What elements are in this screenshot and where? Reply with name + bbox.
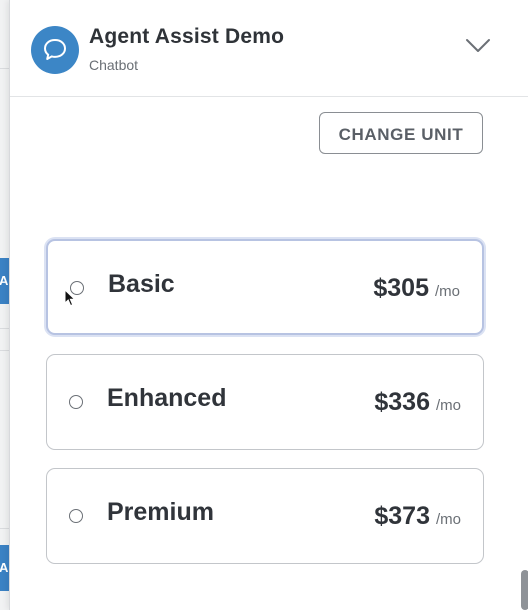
plan-price: $336/mo: [374, 388, 461, 417]
price-unit: /mo: [434, 283, 460, 300]
price-unit: /mo: [435, 397, 461, 414]
background-tab: A: [0, 545, 9, 591]
radio-button[interactable]: [69, 509, 83, 523]
mouse-cursor-icon: [64, 288, 76, 312]
background-divider: [0, 350, 9, 351]
chat-panel: Agent Assist Demo Chatbot CHANGE UNIT Ba…: [9, 0, 528, 610]
plan-option-enhanced[interactable]: Enhanced $336/mo: [46, 354, 484, 450]
chat-subtitle: Chatbot: [89, 57, 139, 73]
price-value: $305: [373, 274, 429, 302]
plan-name: Basic: [108, 270, 175, 298]
background-divider: [0, 328, 9, 329]
bot-avatar: [31, 26, 79, 74]
plan-price: $373/mo: [374, 502, 461, 531]
chat-title: Agent Assist Demo: [89, 25, 285, 48]
background-divider: [0, 528, 9, 529]
scrollbar-thumb[interactable]: [521, 570, 528, 610]
plan-name: Enhanced: [107, 384, 227, 412]
background-divider: [0, 68, 9, 69]
plan-name: Premium: [107, 498, 214, 526]
radio-button[interactable]: [69, 395, 83, 409]
price-value: $373: [374, 502, 430, 530]
change-unit-button[interactable]: CHANGE UNIT: [319, 112, 483, 154]
price-unit: /mo: [435, 511, 461, 528]
price-value: $336: [374, 388, 430, 416]
plan-option-basic[interactable]: Basic $305/mo: [46, 239, 484, 335]
plan-option-premium[interactable]: Premium $373/mo: [46, 468, 484, 564]
plan-price: $305/mo: [373, 274, 460, 303]
chat-header: Agent Assist Demo Chatbot: [10, 0, 528, 97]
background-tab: A: [0, 258, 9, 304]
chevron-down-icon[interactable]: [465, 38, 491, 59]
